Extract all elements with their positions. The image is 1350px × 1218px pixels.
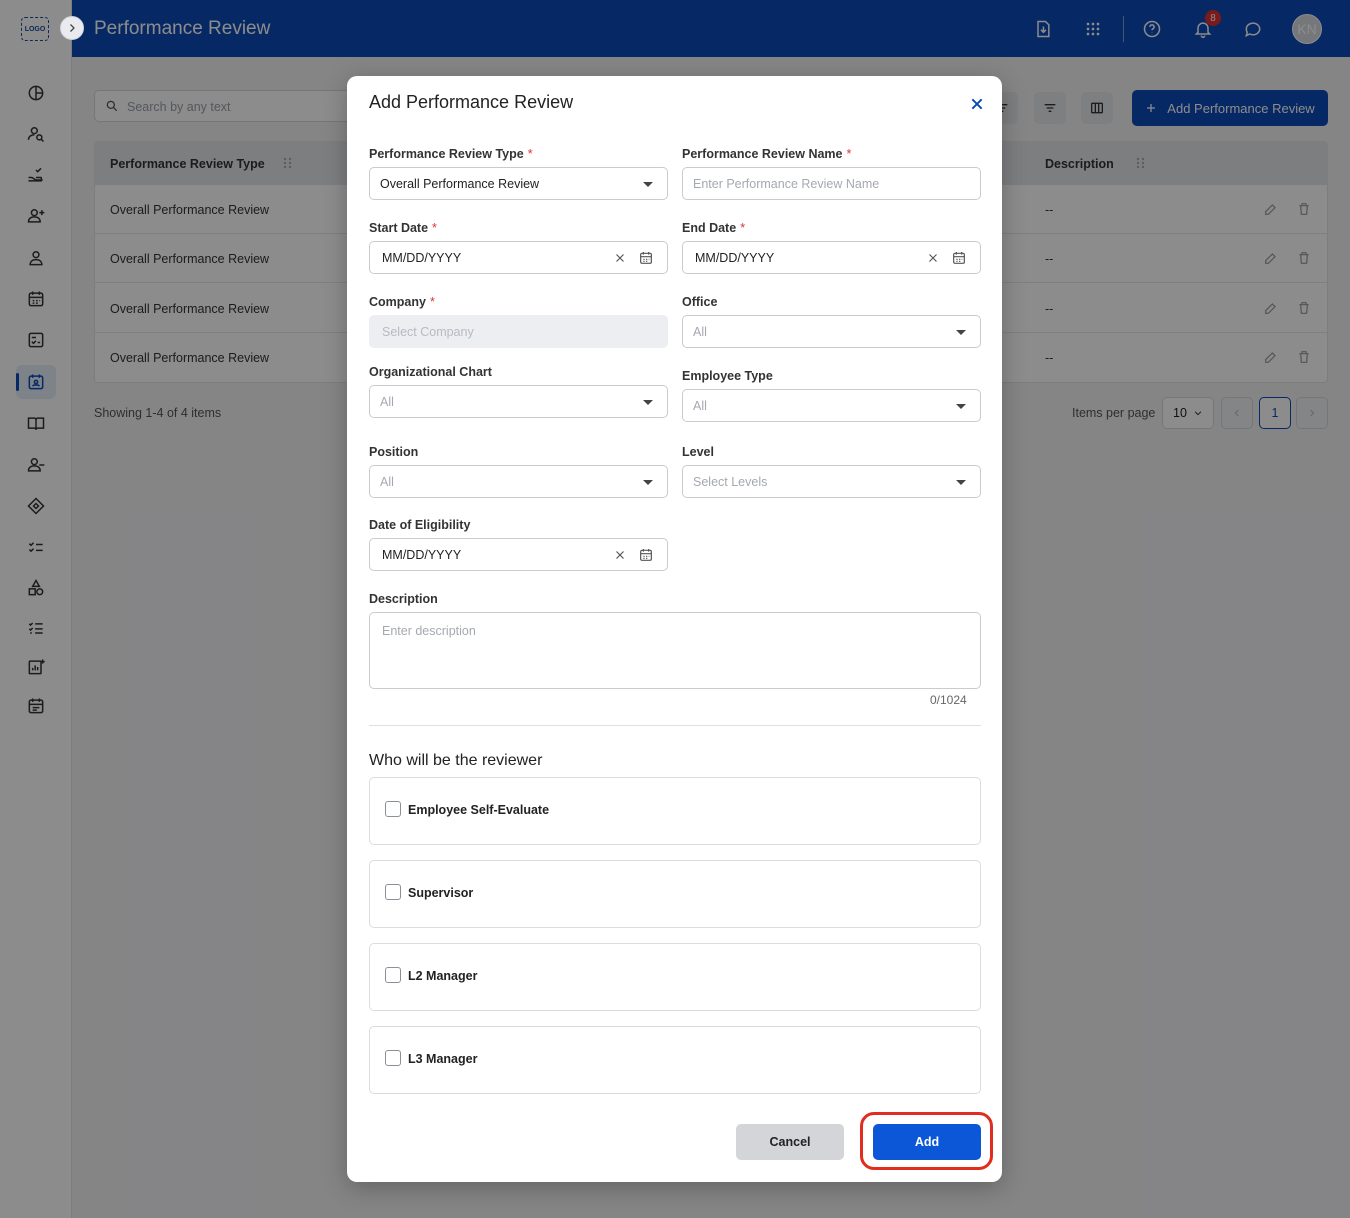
reviewer-label: Employee Self-Evaluate [408,803,550,817]
employee-type-select[interactable]: All [682,389,981,422]
reviewer-label: L2 Manager [408,969,478,983]
end-date-input[interactable]: MM/DD/YYYY [682,241,981,274]
reviewer-option-supervisor[interactable]: Supervisor [369,860,981,928]
eligibility-label: Date of Eligibility [369,518,471,532]
org-chart-label: Organizational Chart [369,365,492,379]
close-icon [971,98,983,110]
add-performance-review-dialog: Add Performance Review Performance Revie… [347,76,1002,1182]
reviewer-option-l2-manager[interactable]: L2 Manager [369,943,981,1011]
calendar-icon[interactable] [638,547,654,563]
supervisor-checkbox[interactable] [385,884,401,900]
caret-down-icon [956,404,966,409]
close-dialog-button[interactable] [965,92,989,116]
review-name-placeholder: Enter Performance Review Name [693,177,880,191]
reviewer-label: L3 Manager [408,1052,478,1066]
company-select: Select Company [369,315,668,348]
position-value: All [380,475,394,489]
chevron-right-icon [70,24,75,32]
level-label: Level [682,445,714,459]
reviewer-section-title: Who will be the reviewer [369,752,543,769]
end-date-placeholder: MM/DD/YYYY [695,251,775,265]
cancel-button[interactable]: Cancel [736,1124,844,1160]
l2-manager-checkbox[interactable] [385,967,401,983]
caret-down-icon [956,480,966,485]
company-placeholder: Select Company [382,325,474,339]
office-label: Office [682,295,718,309]
end-date-label: End Date * [682,221,746,235]
position-label: Position [369,445,419,459]
clear-icon[interactable] [613,251,627,265]
reviewer-option-self-evaluate[interactable]: Employee Self-Evaluate [369,777,981,845]
add-button-highlight [860,1112,993,1170]
clear-icon[interactable] [926,251,940,265]
review-type-select[interactable]: Overall Performance Review [369,167,668,200]
org-chart-select[interactable]: All [369,385,668,418]
sidebar-expand-button[interactable] [60,16,84,40]
office-value: All [693,325,707,339]
org-chart-value: All [380,395,394,409]
description-placeholder: Enter description [382,624,476,638]
level-select[interactable]: Select Levels [682,465,981,498]
self-evaluate-checkbox[interactable] [385,801,401,817]
dialog-title: Add Performance Review [369,92,574,112]
calendar-icon[interactable] [638,250,654,266]
company-label: Company * [369,295,435,309]
review-name-input[interactable]: Enter Performance Review Name [682,167,981,200]
eligibility-date-placeholder: MM/DD/YYYY [382,548,462,562]
reviewer-option-l3-manager[interactable]: L3 Manager [369,1026,981,1094]
office-select[interactable]: All [682,315,981,348]
start-date-input[interactable]: MM/DD/YYYY [369,241,668,274]
level-placeholder: Select Levels [693,475,768,489]
description-textarea[interactable]: Enter description [369,612,981,689]
review-type-value: Overall Performance Review [380,177,540,191]
description-label: Description [369,592,438,606]
caret-down-icon [956,330,966,335]
clear-icon[interactable] [613,548,627,562]
review-name-label: Performance Review Name * [682,147,852,161]
l3-manager-checkbox[interactable] [385,1050,401,1066]
eligibility-date-input[interactable]: MM/DD/YYYY [369,538,668,571]
reviewer-label: Supervisor [408,886,474,900]
review-type-label: Performance Review Type * [369,147,533,161]
position-select[interactable]: All [369,465,668,498]
employee-type-label: Employee Type [682,369,773,383]
employee-type-value: All [693,399,707,413]
section-divider [369,725,981,726]
start-date-placeholder: MM/DD/YYYY [382,251,462,265]
start-date-label: Start Date * [369,221,437,235]
caret-down-icon [643,400,653,405]
description-char-counter: 0/1024 [930,693,967,707]
calendar-icon[interactable] [951,250,967,266]
caret-down-icon [643,182,653,187]
caret-down-icon [643,480,653,485]
